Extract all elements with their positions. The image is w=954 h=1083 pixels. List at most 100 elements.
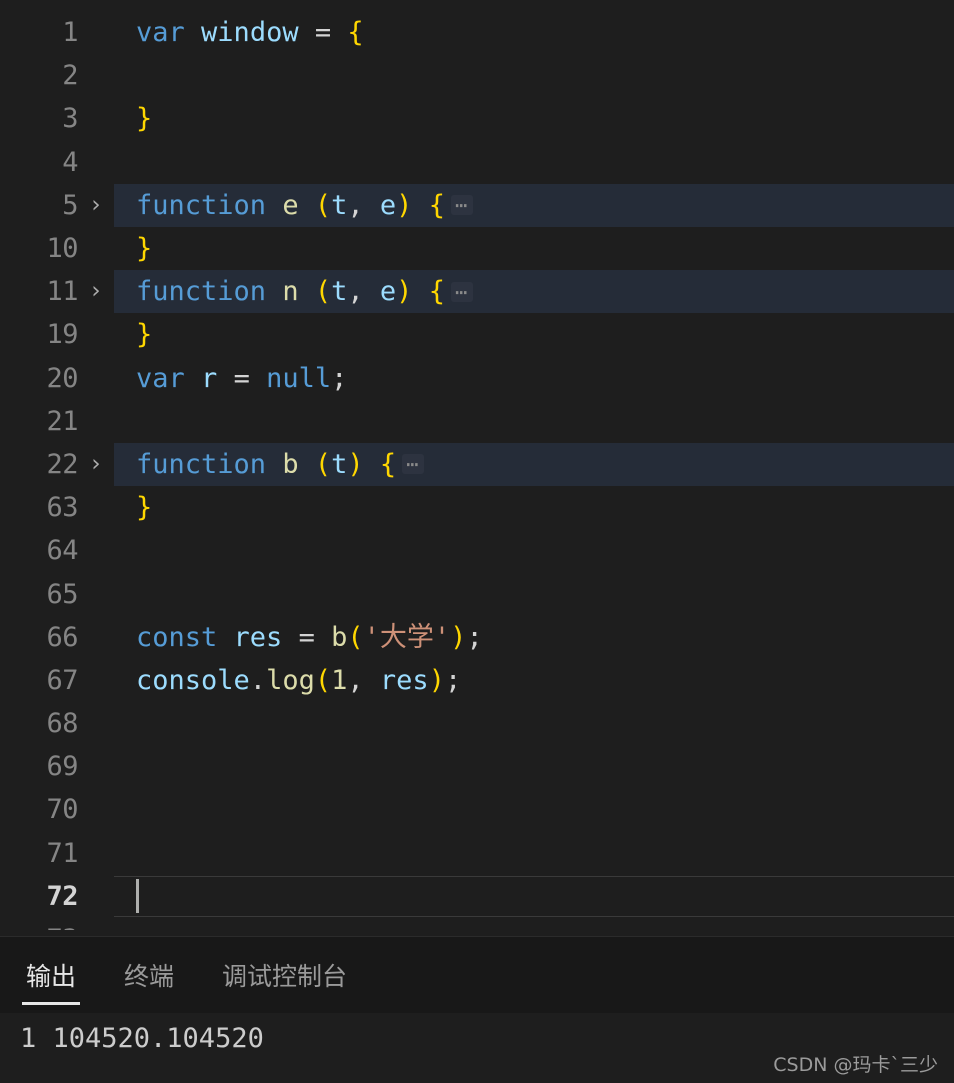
code-line-partial-top bbox=[0, 0, 954, 11]
code-token-punc: , bbox=[347, 189, 364, 221]
code-token-op bbox=[331, 19, 347, 46]
code-token-kw: var bbox=[136, 17, 185, 49]
code-line[interactable]: 69 bbox=[0, 745, 954, 788]
code-editor[interactable]: 1 var window = {2 3} 4 5 › function e (t, e) {… bbox=[0, 0, 954, 936]
code-lines-container[interactable]: 1 var window = {2 3} 4 5 › function e (t, e) {… bbox=[0, 11, 954, 930]
code-token-op bbox=[185, 365, 201, 392]
code-token-paren: ( bbox=[314, 448, 332, 480]
output-panel-body[interactable]: 1 104520.104520 CSDN @玛卡`三少 bbox=[0, 1013, 954, 1083]
code-line[interactable]: 11 › function n (t, e) {⋯ bbox=[0, 270, 954, 314]
code-line-content bbox=[114, 875, 954, 918]
code-line[interactable]: 65 bbox=[0, 572, 954, 615]
code-token-var: r bbox=[201, 362, 218, 394]
panel-tab-2[interactable]: 调试控制台 bbox=[218, 937, 351, 1013]
code-token-op bbox=[364, 451, 380, 478]
code-token-kw: const bbox=[136, 621, 218, 653]
code-token-op bbox=[266, 278, 282, 305]
code-token-kw: null bbox=[266, 362, 332, 394]
code-token-var: res bbox=[233, 621, 283, 653]
code-line-content bbox=[114, 141, 954, 184]
code-line-content: var r = null; bbox=[114, 357, 954, 400]
fold-chevron-icon[interactable]: › bbox=[78, 193, 114, 217]
code-line[interactable]: 5 › function e (t, e) {⋯ bbox=[0, 183, 954, 227]
line-number: 5 bbox=[62, 189, 78, 221]
fold-chevron-icon[interactable]: › bbox=[78, 280, 114, 303]
code-line[interactable]: 1 var window = { bbox=[0, 11, 954, 54]
code-token-op bbox=[412, 278, 428, 305]
line-number: 22 bbox=[46, 448, 78, 480]
code-line-content: } bbox=[114, 313, 954, 356]
bottom-panel[interactable]: 输出 终端 调试控制台 1 104520.104520 CSDN @玛卡`三少 bbox=[0, 936, 954, 1083]
code-token-punc: ; bbox=[331, 362, 348, 394]
code-token-brace: { bbox=[379, 448, 397, 480]
code-token-brace: { bbox=[428, 276, 445, 308]
code-token-punc: . bbox=[249, 664, 267, 696]
line-number: 64 bbox=[46, 535, 78, 567]
code-token-fn: n bbox=[282, 276, 299, 308]
code-line-content bbox=[114, 788, 954, 831]
code-token-brace: } bbox=[136, 233, 153, 265]
line-number: 10 bbox=[46, 233, 78, 265]
panel-tab-1[interactable]: 终端 bbox=[120, 937, 178, 1013]
code-token-op bbox=[217, 365, 233, 392]
code-line-content bbox=[114, 918, 954, 930]
code-token-op bbox=[299, 192, 315, 219]
code-token-brace: } bbox=[136, 103, 153, 135]
code-line[interactable]: 64 bbox=[0, 529, 954, 572]
code-token-fn: e bbox=[282, 189, 299, 221]
code-line-content: } bbox=[114, 486, 954, 529]
code-token-op bbox=[315, 624, 331, 651]
line-number: 70 bbox=[46, 794, 78, 826]
code-line[interactable]: 63} bbox=[0, 486, 954, 529]
code-line[interactable]: 3} bbox=[0, 97, 954, 140]
panel-tab-bar[interactable]: 输出 终端 调试控制台 bbox=[0, 937, 954, 1013]
code-token-op bbox=[412, 192, 428, 219]
csdn-watermark: CSDN @玛卡`三少 bbox=[773, 1054, 938, 1076]
code-token-dots[interactable]: ⋯ bbox=[450, 195, 474, 216]
line-number: 2 bbox=[62, 60, 78, 92]
code-token-kw: function bbox=[136, 189, 267, 221]
code-line[interactable]: 67 console. log(1, res); bbox=[0, 659, 954, 702]
code-token-fn: b bbox=[331, 621, 348, 653]
code-token-var: res bbox=[379, 664, 429, 696]
code-line[interactable]: 19} bbox=[0, 313, 954, 356]
code-token-var: console bbox=[136, 664, 250, 696]
code-token-op bbox=[299, 451, 315, 478]
line-number: 63 bbox=[46, 492, 78, 524]
line-number: 11 bbox=[46, 276, 78, 308]
code-token-kw: function bbox=[136, 276, 267, 308]
code-token-var: t bbox=[331, 448, 348, 480]
code-line[interactable]: 10} bbox=[0, 227, 954, 270]
panel-tab-0[interactable]: 输出 bbox=[22, 937, 81, 1013]
line-number: 1 bbox=[62, 17, 78, 49]
line-number: 3 bbox=[62, 103, 78, 135]
fold-chevron-icon[interactable]: › bbox=[78, 452, 114, 476]
code-line-content bbox=[114, 54, 954, 97]
code-line[interactable]: 2 bbox=[0, 54, 954, 97]
code-token-punc: , bbox=[347, 664, 364, 696]
code-line[interactable]: 22 › function b (t) {⋯ bbox=[0, 442, 954, 487]
code-token-brace: } bbox=[136, 492, 153, 524]
line-number: 68 bbox=[46, 708, 78, 740]
code-line-content: function n (t, e) {⋯ bbox=[114, 270, 954, 313]
code-line[interactable]: 73 bbox=[0, 918, 954, 930]
code-line-content: function b (t) {⋯ bbox=[114, 443, 954, 486]
code-line[interactable]: 68 bbox=[0, 702, 954, 745]
code-token-paren: ) bbox=[347, 448, 364, 480]
code-line[interactable]: 21 bbox=[0, 400, 954, 443]
code-line[interactable]: 71 bbox=[0, 832, 954, 875]
code-token-dots[interactable]: ⋯ bbox=[450, 281, 474, 302]
code-token-op bbox=[266, 451, 282, 478]
code-line[interactable]: 66 const res = b('大学'); bbox=[0, 616, 954, 659]
code-token-paren: ( bbox=[347, 621, 364, 653]
line-number: 65 bbox=[46, 578, 78, 610]
code-line[interactable]: 20 var r = null; bbox=[0, 357, 954, 400]
code-line[interactable]: 72 bbox=[0, 875, 954, 918]
code-token-kw: function bbox=[136, 448, 267, 480]
code-line[interactable]: 4 bbox=[0, 141, 954, 184]
text-cursor bbox=[136, 879, 139, 914]
editor-top-clipped-line bbox=[0, 0, 954, 11]
code-token-fn: 1 bbox=[331, 664, 348, 696]
code-token-dots[interactable]: ⋯ bbox=[402, 454, 425, 475]
code-line[interactable]: 70 bbox=[0, 788, 954, 831]
